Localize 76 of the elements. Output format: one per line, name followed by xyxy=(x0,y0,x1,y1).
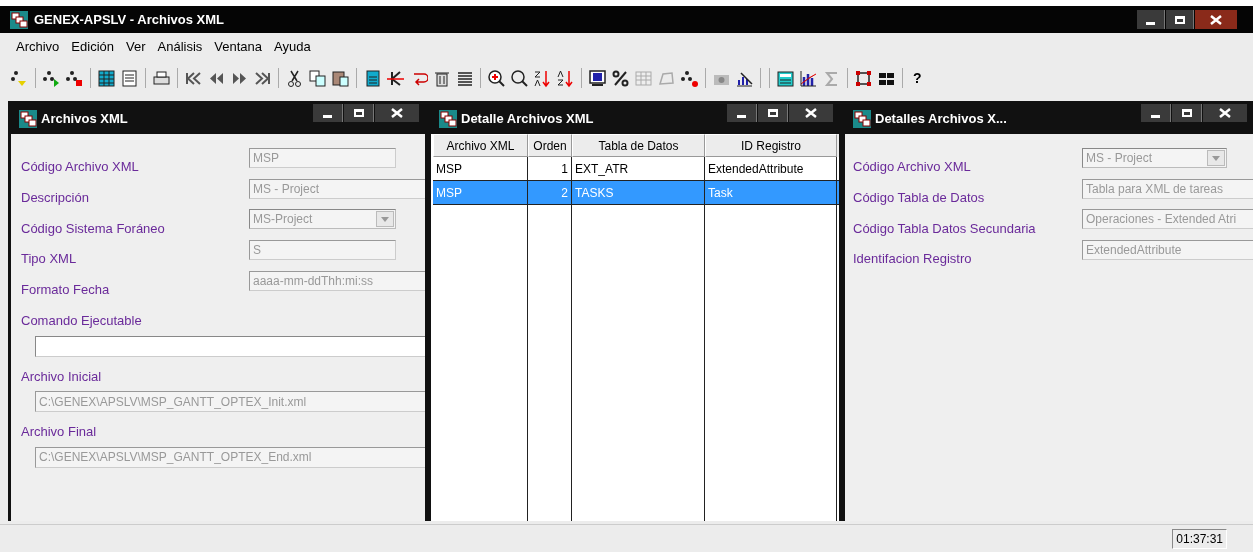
table-row[interactable]: MSP 1 EXT_ATR ExtendedAttribute xyxy=(433,157,839,181)
crossed-k-icon[interactable] xyxy=(386,68,405,88)
table-cell: ExtendedAttribute xyxy=(705,157,837,180)
minimize-button[interactable] xyxy=(1137,10,1165,29)
close-button[interactable] xyxy=(375,104,419,122)
column-header[interactable]: Archivo XML xyxy=(433,134,528,157)
menu-item[interactable]: Edición xyxy=(71,37,114,57)
close-icon xyxy=(805,108,817,118)
maximize-button[interactable] xyxy=(344,104,374,122)
field-label: Tipo XML xyxy=(21,250,78,269)
app-icon xyxy=(19,110,37,128)
table-icon[interactable] xyxy=(97,68,116,88)
status-time: 01:37:31 xyxy=(1172,528,1227,549)
column-header[interactable]: Orden xyxy=(528,134,572,157)
column-header[interactable]: Tabla de Datos xyxy=(572,134,705,157)
table-cell: Task xyxy=(705,181,837,204)
table-cell: MSP xyxy=(433,157,528,180)
hierarchy-stop-icon[interactable] xyxy=(65,68,84,88)
table-cell: MSP xyxy=(433,181,528,204)
field-label: Código Archivo XML xyxy=(21,158,140,177)
field-label: Código Tabla Datos Secundaria xyxy=(853,219,1037,238)
minimize-button[interactable] xyxy=(727,104,757,122)
maximize-button[interactable] xyxy=(758,104,788,122)
field-label: Código Archivo XML xyxy=(853,158,972,177)
zoom-in-icon[interactable] xyxy=(487,68,506,88)
menu-item[interactable]: Ver xyxy=(126,37,146,57)
close-icon xyxy=(1210,14,1222,25)
help-button[interactable]: ? xyxy=(909,67,926,89)
window-title: Detalle Archivos XML xyxy=(461,110,594,129)
table-cell: 2 xyxy=(528,181,572,204)
minimize-button[interactable] xyxy=(1141,104,1171,122)
hierarchy-record-icon[interactable] xyxy=(680,68,699,88)
table-cell: TASKS xyxy=(572,181,705,204)
app-icon xyxy=(10,10,28,29)
cut-icon[interactable] xyxy=(285,68,304,88)
minimize-button[interactable] xyxy=(313,104,343,122)
field-label: Archivo Inicial xyxy=(21,367,103,386)
app-icon xyxy=(439,110,457,128)
sort-ascending-icon[interactable] xyxy=(533,68,552,88)
field-label: Código Tabla de Datos xyxy=(853,188,986,207)
menu-item[interactable]: Análisis xyxy=(157,37,203,57)
window-title: GENEX-APSLV - Archivos XML xyxy=(34,10,224,29)
field-label: Código Sistema Foráneo xyxy=(21,219,166,238)
copy-icon[interactable] xyxy=(308,68,327,88)
percent-icon[interactable] xyxy=(611,68,630,88)
window-title: Detalles Archivos X... xyxy=(875,110,1007,129)
window-title: Archivos XML xyxy=(41,110,128,129)
menu-item[interactable]: Ventana xyxy=(214,37,263,57)
field-label: Formato Fecha xyxy=(21,280,111,299)
monitor-icon[interactable] xyxy=(588,68,607,88)
close-icon xyxy=(1219,108,1231,118)
maximize-button[interactable] xyxy=(1172,104,1202,122)
document-icon[interactable] xyxy=(120,68,139,88)
app-icon xyxy=(853,110,871,128)
field-label: Descripción xyxy=(21,188,90,207)
table-cell: EXT_ATR xyxy=(572,157,705,180)
close-icon xyxy=(391,108,403,118)
text-field[interactable] xyxy=(35,335,425,357)
field-label: Archivo Final xyxy=(21,423,98,442)
menu-item[interactable]: Archivo xyxy=(16,37,60,57)
menu-item[interactable]: Ayuda xyxy=(274,37,311,57)
field-label: Identifacion Registro xyxy=(853,250,973,269)
close-button[interactable] xyxy=(1203,104,1247,122)
close-button[interactable] xyxy=(1195,10,1237,29)
search-icon[interactable] xyxy=(510,68,529,88)
paste-icon[interactable] xyxy=(331,68,350,88)
table-cell: 1 xyxy=(528,157,572,180)
maximize-button[interactable] xyxy=(1166,10,1194,29)
hierarchy-play-icon[interactable] xyxy=(42,68,61,88)
close-button[interactable] xyxy=(789,104,833,122)
bar-chart-icon[interactable] xyxy=(799,68,818,88)
frame-icon[interactable] xyxy=(854,68,873,88)
field-label: Comando Ejecutable xyxy=(21,312,143,331)
printer-icon[interactable] xyxy=(152,68,171,88)
column-header[interactable]: ID Registro xyxy=(705,134,837,157)
sort-descending-icon[interactable] xyxy=(556,68,575,88)
